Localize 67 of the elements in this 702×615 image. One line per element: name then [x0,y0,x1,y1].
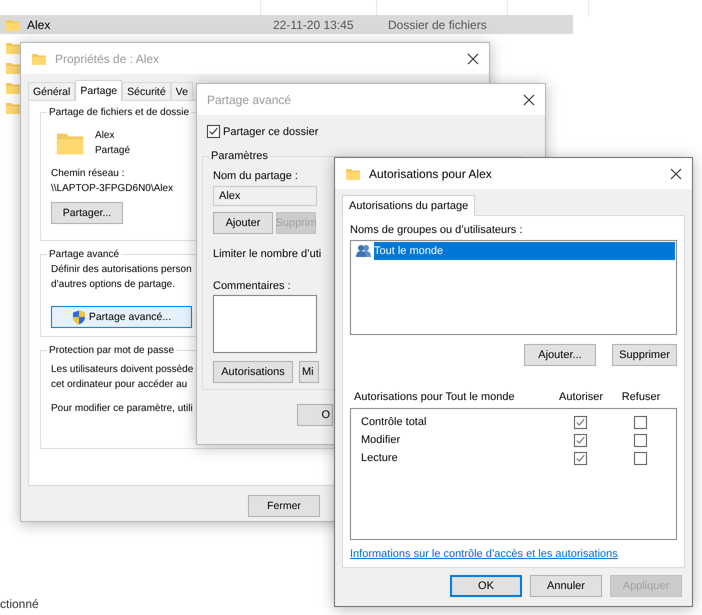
close-icon[interactable] [670,168,682,180]
permission-name: Modifier [361,434,402,446]
tab[interactable]: Sécurité [122,82,171,100]
users-icon [355,244,372,258]
status-text: ctionné [0,597,39,611]
file-type: Dossier de fichiers [388,18,487,32]
tab[interactable]: Autorisations du partage [342,195,476,216]
ok-button[interactable]: O [297,404,333,426]
close-icon[interactable] [467,52,479,64]
file-name: Alex [27,18,52,32]
remove-button[interactable]: Supprimer [612,344,677,366]
list-label: Noms de groupes ou d’utilisateurs : [350,224,524,236]
allow-checkbox[interactable] [574,434,586,446]
close-icon[interactable] [523,94,535,106]
ok-button[interactable]: OK [450,575,522,597]
close-button[interactable]: Fermer [248,495,320,517]
limit-label: Limiter le nombre d’uti [213,248,322,260]
folder-icon [5,60,21,76]
tab[interactable]: Partage [75,80,122,101]
window-title: Partage avancé [207,92,292,106]
help-link[interactable]: Informations sur le contrôle d’accès et les autorisations [350,548,618,560]
tab[interactable]: Général [28,82,76,100]
share-button[interactable]: Partager... [51,202,123,224]
description-text: Les utilisateurs doivent possède [51,363,194,377]
allow-checkbox[interactable] [574,416,586,428]
add-button[interactable]: Ajouter [213,212,273,234]
group-title: Paramètres [210,150,269,162]
checkbox[interactable] [207,125,220,138]
network-path: \\LAPTOP-3FPGD6N0\Alex [51,182,174,196]
deny-checkbox[interactable] [634,434,646,446]
share-name-field[interactable]: Alex [213,186,317,206]
window-title: Propriétés de : Alex [55,52,160,66]
tab[interactable]: Ve [170,82,193,100]
cancel-button[interactable]: Annuler [530,575,602,597]
path-label: Chemin réseau : [51,167,126,181]
field-label: Nom du partage : [213,170,298,182]
group-title: Partage de fichiers et de dossie [48,107,190,118]
allow-checkbox[interactable] [574,452,586,464]
permission-name: Lecture [361,452,399,464]
cache-button[interactable]: Mi [299,361,319,383]
permission-name: Contrôle total [361,416,428,428]
shield-icon [72,310,86,324]
description-text: Pour modifier ce paramètre, utili [51,403,193,414]
group-title: Partage avancé [48,249,120,260]
description-text: cet ordinateur pour accéder au [51,378,188,392]
group-title: Protection par mot de passe [48,345,176,356]
column-header: Refuser [620,391,662,403]
permissions-button[interactable]: Autorisations [213,361,293,383]
description-text: Définir des autorisations person [51,263,192,277]
window-title: Autorisations pour Alex [369,166,493,180]
folder-icon [5,80,21,96]
file-date: 22-11-20 13:45 [273,18,355,32]
deny-checkbox[interactable] [634,416,646,428]
folder-icon [5,40,21,56]
share-status: Partagé [95,144,130,158]
add-button[interactable]: Ajouter... [524,344,596,366]
permissions-label: Autorisations pour Tout le monde [354,391,516,403]
comments-field[interactable] [213,295,317,353]
deny-checkbox[interactable] [634,452,646,464]
description-text: d’autres options de partage. [51,278,176,292]
field-label: Commentaires : [213,280,291,292]
file-row[interactable]: Alex 22-11-20 13:45 Dossier de fichiers [0,15,573,34]
column-header: Autoriser [558,391,604,403]
advanced-sharing-button[interactable]: Partage avancé... [51,306,192,328]
folder-icon [5,100,21,116]
checkbox-label: Partager ce dossier [223,126,318,138]
folder-name: Alex [95,129,116,143]
